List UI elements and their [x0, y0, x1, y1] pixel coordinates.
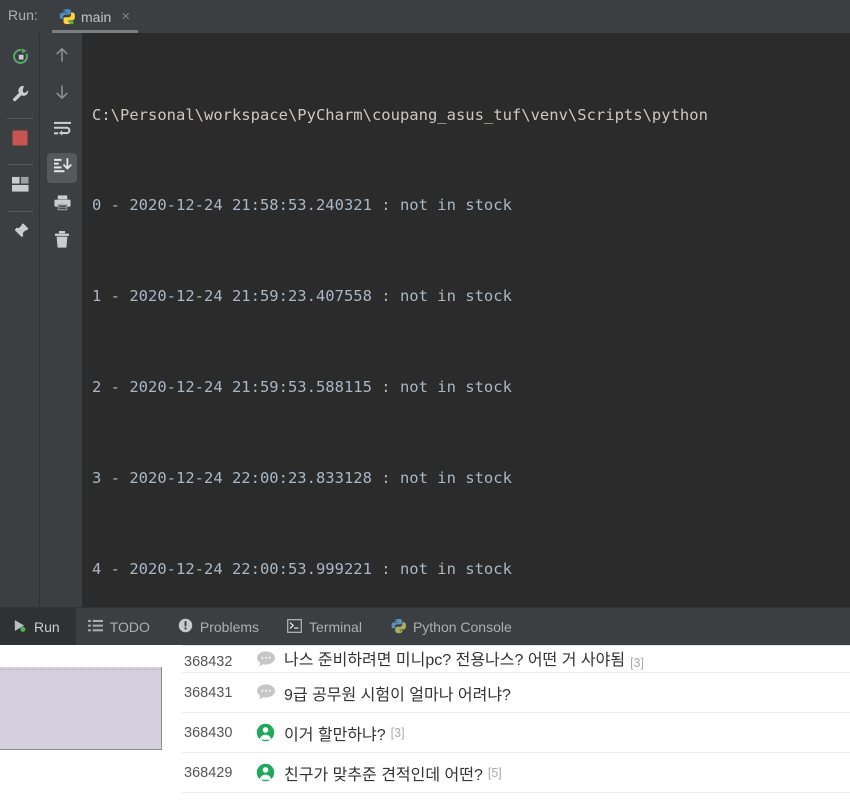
terminal-icon [287, 618, 302, 636]
toolbar-divider [7, 118, 33, 119]
todo-list-icon [87, 619, 103, 636]
console-line: 1 - 2020-12-24 21:59:23.407558 : not in … [92, 287, 512, 306]
post-number: 368431 [184, 684, 233, 701]
close-icon[interactable]: × [121, 9, 130, 24]
rerun-button[interactable] [5, 44, 35, 74]
layout-button[interactable] [5, 172, 35, 202]
post-list: 368432 나스 준비하려면 미니pc? 전용나스? 어떤 거 사야됨 [3]… [182, 645, 850, 793]
tab-terminal-label: Terminal [309, 619, 362, 635]
pin-tab-button[interactable] [5, 219, 35, 249]
list-item[interactable]: 368429 친구가 맞추준 견적인데 어떤? [5] [182, 753, 850, 793]
tab-python-console[interactable]: Python Console [378, 608, 528, 646]
console-line: 4 - 2020-12-24 22:00:53.999221 : not in … [92, 560, 512, 579]
tab-problems-label: Problems [199, 619, 260, 635]
comment-bubble-icon [256, 650, 276, 670]
avatar-badge-icon [256, 723, 276, 743]
print-button[interactable] [47, 190, 77, 220]
tool-window-tab-bar: Run TODO Problems Terminal Python Consol… [0, 607, 850, 646]
tab-todo-label: TODO [109, 619, 150, 635]
tab-problems[interactable]: Problems [166, 608, 275, 646]
stop-square-icon [11, 129, 29, 152]
run-actions-column-right [40, 33, 82, 612]
rerun-icon [11, 47, 30, 71]
scroll-to-end-button[interactable] [47, 153, 77, 183]
tab-todo[interactable]: TODO [76, 608, 166, 646]
arrow-down-icon [53, 83, 71, 106]
pycharm-run-tool-window: Run: main × C:\Personal\workspace\PyChar… [0, 0, 850, 646]
dotted-border [0, 669, 161, 671]
list-item[interactable]: 368432 나스 준비하려면 미니pc? 전용나스? 어떤 거 사야됨 [3] [182, 645, 850, 673]
run-tab-label: main [81, 8, 112, 25]
arrow-up-icon [53, 46, 71, 69]
settings-button[interactable] [5, 81, 35, 111]
toolbar-divider [7, 164, 33, 165]
run-label: Run: [8, 7, 38, 23]
post-comment-count: [5] [487, 765, 502, 780]
list-item[interactable]: 368430 이거 할만하냐? [3] [182, 713, 850, 753]
soft-wrap-button[interactable] [47, 116, 77, 146]
console-line: 3 - 2020-12-24 22:00:23.833128 : not in … [92, 469, 512, 488]
post-number: 368432 [184, 654, 233, 670]
post-title[interactable]: 9급 공무원 시험이 얼마나 어려냐? [284, 681, 511, 705]
post-title[interactable]: 친구가 맞추준 견적인데 어떤? [284, 761, 483, 785]
list-item[interactable]: 368431 9급 공무원 시험이 얼마나 어려냐? [182, 673, 850, 713]
run-play-icon [12, 618, 27, 636]
down-button[interactable] [47, 79, 77, 109]
comment-bubble-icon [256, 683, 276, 703]
scroll-to-end-icon [53, 157, 72, 179]
tab-run[interactable]: Run [0, 608, 76, 646]
problems-warning-icon [178, 618, 193, 636]
post-comment-count: [3] [390, 725, 405, 740]
printer-icon [53, 194, 72, 217]
tab-python-console-label: Python Console [412, 619, 512, 635]
run-console-output[interactable]: C:\Personal\workspace\PyCharm\coupang_as… [82, 33, 850, 612]
python-logo-icon [58, 8, 75, 25]
stop-button[interactable] [5, 125, 35, 155]
post-title[interactable]: 이거 할만하냐? [284, 721, 386, 745]
browser-side-panel [0, 667, 162, 750]
console-text-area: C:\Personal\workspace\PyCharm\coupang_as… [82, 33, 850, 612]
post-number: 368430 [184, 724, 233, 741]
tab-run-label: Run [34, 619, 60, 635]
console-line: 2 - 2020-12-24 21:59:53.588115 : not in … [92, 378, 512, 397]
toolbar-divider [7, 211, 33, 212]
trash-icon [53, 230, 71, 254]
run-configuration-tab-main[interactable]: main × [52, 0, 139, 33]
post-number: 368429 [184, 764, 233, 781]
clear-all-button[interactable] [47, 227, 77, 257]
wrench-icon [11, 84, 30, 108]
python-logo-icon [390, 618, 406, 637]
pin-icon [11, 222, 30, 246]
post-comment-count: [3] [630, 656, 644, 670]
soft-wrap-icon [53, 120, 72, 142]
run-header-bar: Run: main × [0, 0, 850, 33]
post-title[interactable]: 나스 준비하려면 미니pc? 전용나스? 어떤 거 사야됨 [284, 646, 625, 670]
avatar-badge-icon [256, 763, 276, 783]
background-browser-window: 368432 나스 준비하려면 미니pc? 전용나스? 어떤 거 사야됨 [3]… [0, 645, 850, 812]
window-layout-icon [11, 176, 30, 198]
up-button[interactable] [47, 42, 77, 72]
console-command-line: C:\Personal\workspace\PyCharm\coupang_as… [92, 105, 708, 124]
run-actions-column-left [0, 33, 40, 612]
console-line: 0 - 2020-12-24 21:58:53.240321 : not in … [92, 196, 512, 215]
tab-terminal[interactable]: Terminal [275, 608, 378, 646]
